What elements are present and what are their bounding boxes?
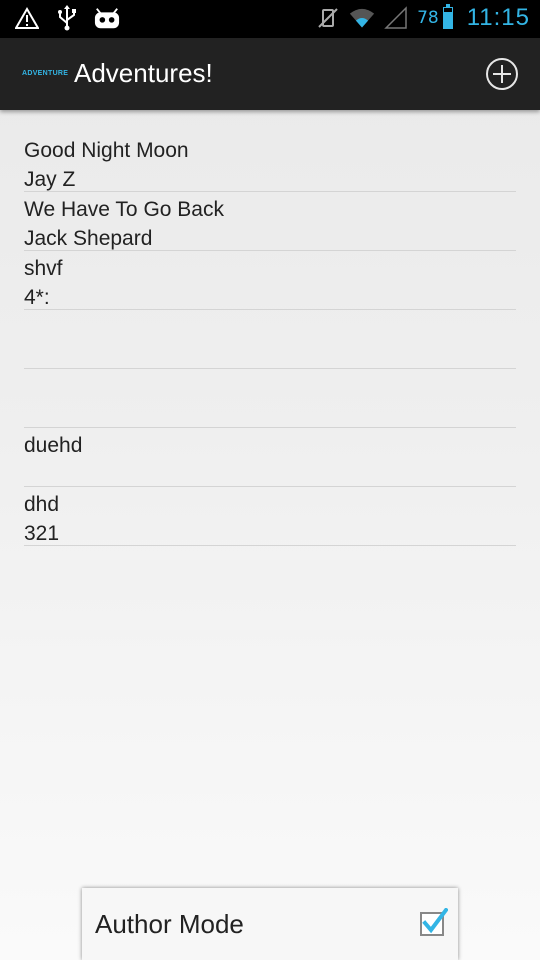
adventure-author: 4*: xyxy=(24,286,50,309)
list-item[interactable] xyxy=(24,369,516,428)
list-item[interactable] xyxy=(24,310,516,369)
adventure-author: 321 xyxy=(24,522,60,545)
adventure-title: dhd xyxy=(24,493,60,516)
adventure-title: shvf xyxy=(24,257,63,280)
notification-icons xyxy=(14,5,120,31)
adventure-title xyxy=(24,372,516,401)
usb-icon xyxy=(54,5,80,31)
cyanogen-android-icon xyxy=(94,5,120,31)
action-bar: ADVENTURE Adventures! xyxy=(0,38,540,110)
list-item[interactable]: dhd 321 xyxy=(24,487,516,546)
status-bar: 78 11:15 xyxy=(0,0,540,38)
adventure-author xyxy=(24,401,516,430)
adventure-author: Jay Z xyxy=(24,168,76,191)
adventure-author xyxy=(24,460,516,489)
list-item[interactable]: shvf 4*: xyxy=(24,251,516,310)
app-logo[interactable]: ADVENTURE xyxy=(22,70,68,77)
battery-percent: 78 xyxy=(417,8,439,28)
author-mode-panel: Author Mode xyxy=(82,888,458,960)
author-mode-label: Author Mode xyxy=(95,909,244,939)
warning-icon xyxy=(14,5,40,31)
list-item[interactable]: Good Night Moon Jay Z xyxy=(24,133,516,192)
checkmark-icon xyxy=(420,907,449,936)
vibrate-mute-icon xyxy=(315,5,341,31)
author-mode-checkbox[interactable] xyxy=(418,907,449,938)
adventure-author: Jack Shepard xyxy=(24,227,153,250)
adventure-title: We Have To Go Back xyxy=(24,198,224,221)
adventure-list: Good Night Moon Jay Z We Have To Go Back… xyxy=(24,133,516,546)
plus-circle-icon xyxy=(486,58,518,90)
add-adventure-button[interactable] xyxy=(484,56,520,92)
signal-icon xyxy=(383,5,409,31)
adventure-title xyxy=(24,313,516,342)
list-item[interactable]: duehd xyxy=(24,428,516,487)
adventure-author xyxy=(24,342,516,371)
system-icons: 78 11:15 xyxy=(315,4,530,32)
wifi-icon xyxy=(349,5,375,31)
adventure-title: duehd xyxy=(24,434,83,457)
battery-icon xyxy=(442,4,453,29)
app-title: Adventures! xyxy=(74,58,213,88)
list-item[interactable]: We Have To Go Back Jack Shepard xyxy=(24,192,516,251)
clock: 11:15 xyxy=(466,4,530,31)
adventure-title: Good Night Moon xyxy=(24,139,189,162)
